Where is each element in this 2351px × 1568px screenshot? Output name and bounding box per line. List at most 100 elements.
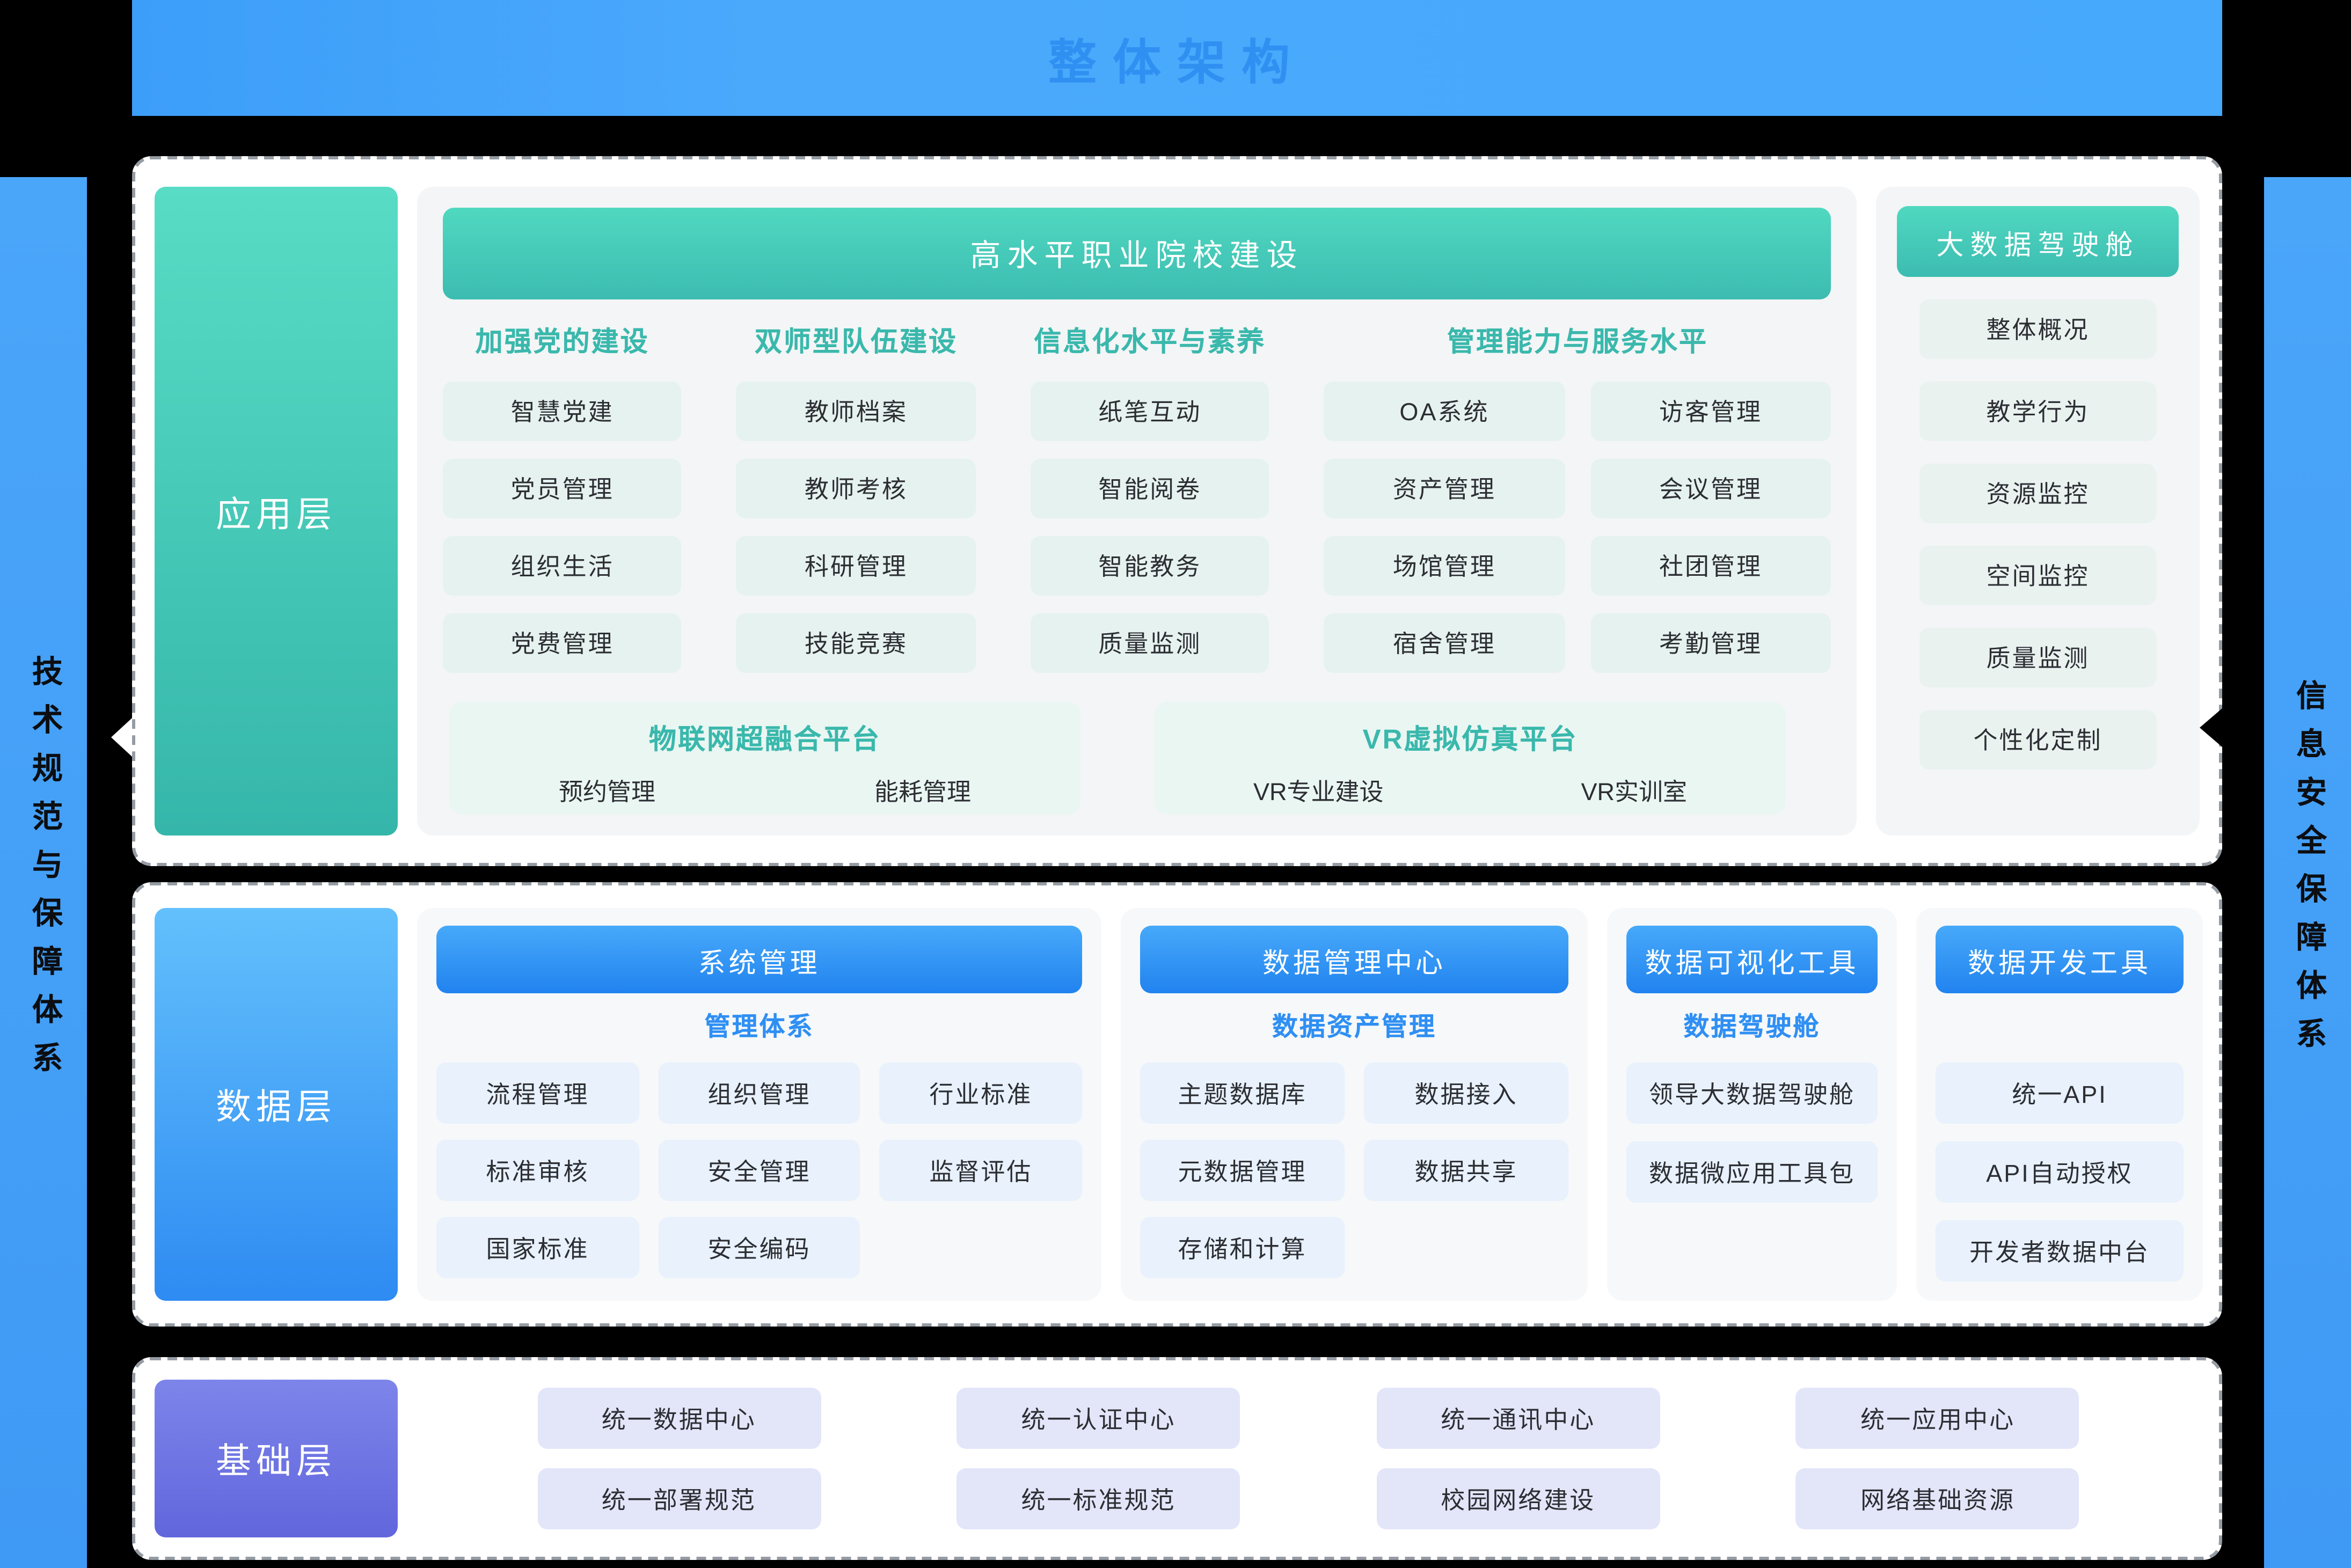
- card-banner: 数据可视化工具: [1626, 926, 1878, 993]
- infrastructure-layer-panel: 基础层 统一数据中心 统一认证中心 统一通讯中心 统一应用中心 统一部署规范 统…: [132, 1357, 2222, 1560]
- cockpit-chip: 个性化定制: [1919, 710, 2156, 770]
- data-chip: 国家标准: [436, 1217, 639, 1278]
- card-banner: 数据管理中心: [1140, 926, 1568, 993]
- vr-platform-box: VR虚拟仿真平台 VR专业建设 VR实训室: [1155, 702, 1786, 815]
- big-data-cockpit-card: 大数据驾驶舱 整体概况 教学行为 资源监控 空间监控 质量监测 个性化定制: [1876, 187, 2200, 836]
- platform-item: VR专业建设: [1253, 774, 1384, 808]
- data-chip: 行业标准: [880, 1063, 1082, 1124]
- group-chip-list: 智慧党建 党员管理 组织生活 党费管理: [443, 382, 682, 673]
- app-chip: 考勤管理: [1590, 613, 1831, 673]
- group-chip-list: 纸笔互动 智能阅卷 智能教务 质量监测: [1031, 382, 1269, 673]
- application-layer-label-text: 应用层: [216, 486, 337, 537]
- app-chip: 智慧党建: [443, 382, 682, 441]
- infra-chip: 统一通讯中心: [1376, 1388, 1660, 1449]
- card-banner: 系统管理: [436, 926, 1082, 993]
- infrastructure-layer-label: 基础层: [155, 1380, 398, 1537]
- application-layer-panel: 应用层 高水平职业院校建设 加强党的建设 智慧党建 党员管理 组织生活 党费管理…: [132, 156, 2222, 866]
- data-chip: 安全管理: [658, 1140, 860, 1201]
- data-visualization-tools-card: 数据可视化工具 数据驾驶舱 领导大数据驾驶舱 数据微应用工具包: [1607, 908, 1897, 1301]
- data-chip: 数据接入: [1364, 1063, 1568, 1124]
- left-pillar-label: 技术规范与保障体系: [0, 655, 87, 1090]
- app-chip: 社团管理: [1590, 536, 1831, 596]
- flow-arrow-right-icon: [2200, 708, 2222, 747]
- app-chip: 党员管理: [443, 459, 682, 518]
- iot-platform-box: 物联网超融合平台 预约管理 能耗管理: [449, 702, 1080, 815]
- infra-chip: 统一部署规范: [537, 1468, 821, 1529]
- data-chip: 组织管理: [658, 1063, 860, 1124]
- card-chip-list: 领导大数据驾驶舱 数据微应用工具包: [1626, 1063, 1878, 1203]
- card-subtitle: 管理体系: [436, 1008, 1082, 1050]
- platform-items: 预约管理 能耗管理: [449, 774, 1080, 808]
- cockpit-chip: 空间监控: [1919, 546, 2156, 605]
- data-chip: 标准审核: [436, 1140, 639, 1201]
- platform-title: 物联网超融合平台: [449, 716, 1080, 757]
- data-chip: 领导大数据驾驶舱: [1626, 1063, 1878, 1124]
- application-layer-label: 应用层: [155, 187, 398, 836]
- group-title: 信息化水平与素养: [1031, 320, 1269, 365]
- app-main-banner: 高水平职业院校建设: [443, 208, 1831, 299]
- app-chip: 智能阅卷: [1031, 459, 1269, 518]
- data-chip: 数据微应用工具包: [1626, 1141, 1878, 1203]
- app-chip: 党费管理: [443, 613, 682, 673]
- card-subtitle: [1936, 1008, 2184, 1050]
- infra-chip: 校园网络建设: [1376, 1468, 1660, 1529]
- card-chip-list: 流程管理 组织管理 行业标准 标准审核 安全管理 监督评估 国家标准 安全编码: [436, 1063, 1082, 1278]
- card-chip-list: 主题数据库 数据接入 元数据管理 数据共享 存储和计算: [1140, 1063, 1568, 1278]
- app-chip: 资产管理: [1324, 459, 1565, 518]
- left-pillar-tech-spec: 技术规范与保障体系: [0, 177, 87, 1568]
- data-chip: 流程管理: [436, 1063, 639, 1124]
- group-teacher-team: 双师型队伍建设 教师档案 教师考核 科研管理 技能竞赛: [736, 320, 975, 673]
- architecture-diagram: 整体架构 技术规范与保障体系 信息安全保障体系 应用层 高水平职业院校建设 加强…: [0, 0, 2351, 1568]
- app-chip: 教师档案: [736, 382, 975, 441]
- app-chip: 访客管理: [1590, 382, 1831, 441]
- data-chip: 数据共享: [1364, 1140, 1568, 1201]
- infrastructure-chip-grid: 统一数据中心 统一认证中心 统一通讯中心 统一应用中心 统一部署规范 统一标准规…: [417, 1380, 2200, 1537]
- application-content-card: 高水平职业院校建设 加强党的建设 智慧党建 党员管理 组织生活 党费管理 双师型…: [417, 187, 1857, 836]
- infra-chip: 统一认证中心: [957, 1388, 1240, 1449]
- data-chip: 开发者数据中台: [1936, 1220, 2184, 1281]
- app-chip: 技能竞赛: [736, 613, 975, 673]
- card-subtitle: 数据资产管理: [1140, 1008, 1568, 1050]
- right-pillar-label: 信息安全保障体系: [2264, 679, 2351, 1066]
- card-subtitle: 数据驾驶舱: [1626, 1008, 1878, 1050]
- infra-chip: 统一数据中心: [537, 1388, 821, 1449]
- app-chip: 宿舍管理: [1324, 613, 1565, 673]
- group-management-service: 管理能力与服务水平 OA系统 访客管理 资产管理 会议管理 场馆管理 社团管理 …: [1324, 320, 1831, 673]
- right-pillar-info-security: 信息安全保障体系: [2264, 177, 2351, 1568]
- infra-chip: 网络基础资源: [1796, 1468, 2079, 1529]
- app-chip: 场馆管理: [1324, 536, 1565, 596]
- data-chip: 元数据管理: [1140, 1140, 1345, 1201]
- platform-items: VR专业建设 VR实训室: [1155, 774, 1786, 808]
- app-chip: OA系统: [1324, 382, 1565, 441]
- app-chip: 智能教务: [1031, 536, 1269, 596]
- cockpit-chip-list: 整体概况 教学行为 资源监控 空间监控 质量监测 个性化定制: [1897, 299, 2179, 770]
- data-layer-label-text: 数据层: [216, 1079, 337, 1130]
- cockpit-chip: 资源监控: [1919, 464, 2156, 523]
- group-title: 双师型队伍建设: [736, 320, 975, 365]
- data-chip: API自动授权: [1936, 1141, 2184, 1203]
- group-party-building: 加强党的建设 智慧党建 党员管理 组织生活 党费管理: [443, 320, 682, 673]
- application-groups: 加强党的建设 智慧党建 党员管理 组织生活 党费管理 双师型队伍建设 教师档案 …: [443, 320, 1831, 673]
- flow-arrow-left-icon: [111, 718, 132, 757]
- app-chip: 科研管理: [736, 536, 975, 596]
- data-management-center-card: 数据管理中心 数据资产管理 主题数据库 数据接入 元数据管理 数据共享 存储和计…: [1121, 908, 1588, 1301]
- app-chip: 质量监测: [1031, 613, 1269, 673]
- data-chip: 主题数据库: [1140, 1063, 1345, 1124]
- cockpit-chip: 整体概况: [1919, 299, 2156, 359]
- platform-title: VR虚拟仿真平台: [1155, 716, 1786, 757]
- data-layer-label: 数据层: [155, 908, 398, 1301]
- page-header: 整体架构: [132, 0, 2222, 116]
- group-chip-list: OA系统 访客管理 资产管理 会议管理 场馆管理 社团管理 宿舍管理 考勤管理: [1324, 382, 1831, 673]
- group-title: 加强党的建设: [443, 320, 682, 365]
- platform-row: 物联网超融合平台 预约管理 能耗管理 VR虚拟仿真平台 VR专业建设 VR实训室: [449, 702, 1786, 815]
- card-banner: 数据开发工具: [1936, 926, 2184, 993]
- page-title: 整体架构: [1048, 23, 1306, 93]
- platform-item: VR实训室: [1581, 774, 1687, 808]
- infra-chip: 统一标准规范: [957, 1468, 1240, 1529]
- data-development-tools-card: 数据开发工具 统一API API自动授权 开发者数据中台: [1916, 908, 2203, 1301]
- platform-item: 能耗管理: [874, 774, 971, 808]
- data-chip: 安全编码: [658, 1217, 860, 1278]
- data-chip: 存储和计算: [1140, 1217, 1345, 1278]
- app-chip: 纸笔互动: [1031, 382, 1269, 441]
- group-informatization: 信息化水平与素养 纸笔互动 智能阅卷 智能教务 质量监测: [1031, 320, 1269, 673]
